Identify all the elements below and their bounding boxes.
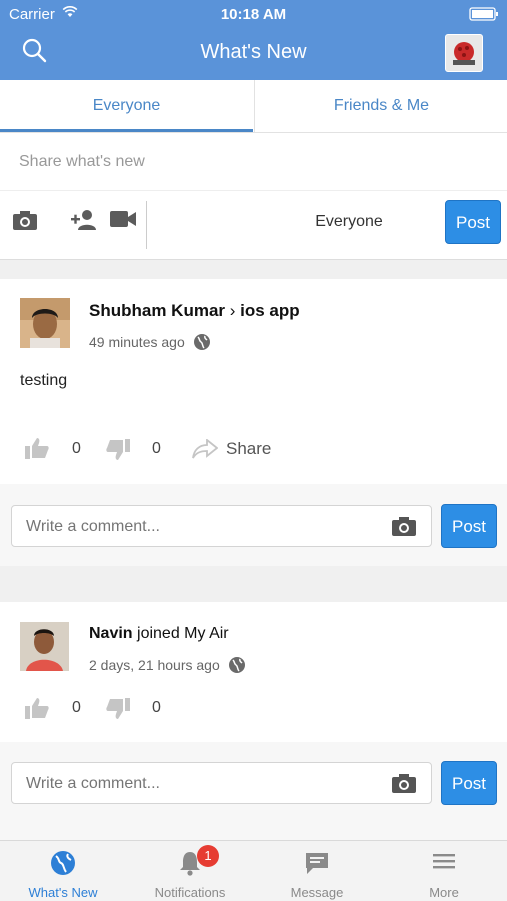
video-icon[interactable] bbox=[109, 209, 137, 234]
feed-post: Shubham Kumar › ios app 49 minutes ago t… bbox=[0, 279, 507, 484]
status-bar: Carrier 10:18 AM bbox=[0, 0, 507, 28]
separator: › bbox=[225, 301, 241, 320]
post-meta: 2 days, 21 hours ago bbox=[89, 652, 245, 673]
camera-icon[interactable] bbox=[391, 515, 417, 542]
add-friend-icon[interactable] bbox=[70, 209, 98, 236]
thumbs-up-icon[interactable] bbox=[24, 696, 50, 725]
post-button[interactable]: Post bbox=[445, 200, 501, 244]
tab-label: Friends & Me bbox=[333, 97, 430, 114]
toolbar-divider bbox=[146, 201, 147, 249]
comment-post-button[interactable]: Post bbox=[441, 761, 497, 805]
share-input[interactable]: Share what's new bbox=[0, 133, 507, 191]
menu-icon bbox=[431, 850, 457, 877]
post-composer: Share what's new Everyone Post bbox=[0, 133, 507, 260]
tab-label: Notifications bbox=[154, 885, 226, 900]
comment-post-button[interactable]: Post bbox=[441, 504, 497, 548]
post-text: testing bbox=[20, 372, 68, 389]
post-author-line: Shubham Kumar › ios app bbox=[89, 301, 300, 321]
post-meta: 49 minutes ago bbox=[89, 329, 210, 350]
comment-section: Post bbox=[0, 742, 507, 840]
active-tab-indicator bbox=[0, 129, 253, 132]
author-name[interactable]: Shubham Kumar bbox=[89, 301, 225, 320]
post-time: 2 days, 21 hours ago bbox=[89, 657, 220, 673]
feed-post: Navin joined My Air 2 days, 21 hours ago… bbox=[0, 602, 507, 742]
globe-icon bbox=[193, 334, 211, 354]
like-count: 0 bbox=[72, 440, 81, 457]
globe-icon bbox=[50, 850, 76, 881]
status-time: 10:18 AM bbox=[220, 6, 287, 23]
tab-everyone[interactable]: Everyone bbox=[0, 80, 253, 132]
share-icon[interactable] bbox=[192, 438, 219, 464]
dislike-count: 0 bbox=[152, 699, 161, 716]
author-name[interactable]: Navin bbox=[89, 625, 133, 642]
camera-icon[interactable] bbox=[391, 772, 417, 799]
tab-label: More bbox=[429, 885, 459, 900]
comment-field[interactable] bbox=[11, 505, 432, 548]
avatar[interactable] bbox=[20, 622, 69, 671]
profile-avatar[interactable] bbox=[445, 34, 483, 72]
tab-more[interactable]: More bbox=[381, 841, 507, 901]
tab-message[interactable]: Message bbox=[254, 841, 380, 901]
post-target[interactable]: ios app bbox=[240, 301, 300, 320]
notification-badge: 1 bbox=[197, 845, 219, 867]
share-button[interactable]: Share bbox=[226, 439, 271, 459]
battery-icon bbox=[469, 7, 499, 25]
tab-notifications[interactable]: 1 Notifications bbox=[127, 841, 253, 901]
feed-tabs: Everyone Friends & Me bbox=[0, 80, 507, 133]
like-count: 0 bbox=[72, 699, 81, 716]
camera-icon[interactable] bbox=[12, 209, 38, 236]
app-header: Carrier 10:18 AM What's New bbox=[0, 0, 507, 80]
comment-field[interactable] bbox=[11, 762, 432, 805]
comment-section: Post bbox=[0, 484, 507, 566]
tab-whats-new[interactable]: What's New bbox=[0, 841, 126, 901]
page-title: What's New bbox=[200, 41, 307, 63]
comment-input[interactable] bbox=[24, 763, 388, 805]
thumbs-up-icon[interactable] bbox=[24, 436, 50, 465]
post-author-line: Navin joined My Air bbox=[89, 625, 229, 643]
composer-toolbar: Everyone Post bbox=[0, 191, 507, 259]
tab-label: Everyone bbox=[92, 97, 161, 114]
post-time: 49 minutes ago bbox=[89, 334, 185, 350]
tab-friends-and-me[interactable]: Friends & Me bbox=[254, 80, 507, 132]
tab-label: What's New bbox=[28, 885, 98, 900]
globe-icon bbox=[228, 657, 246, 677]
thumbs-down-icon[interactable] bbox=[105, 438, 131, 467]
privacy-selector[interactable]: Everyone bbox=[300, 213, 398, 231]
comment-input[interactable] bbox=[24, 506, 388, 548]
tab-label: Message bbox=[290, 885, 344, 900]
dislike-count: 0 bbox=[152, 440, 161, 457]
message-icon bbox=[304, 850, 330, 881]
avatar[interactable] bbox=[20, 298, 70, 348]
bottom-tab-bar: What's New 1 Notifications Message More bbox=[0, 840, 507, 901]
thumbs-down-icon[interactable] bbox=[105, 697, 131, 726]
post-action: joined My Air bbox=[132, 625, 229, 642]
